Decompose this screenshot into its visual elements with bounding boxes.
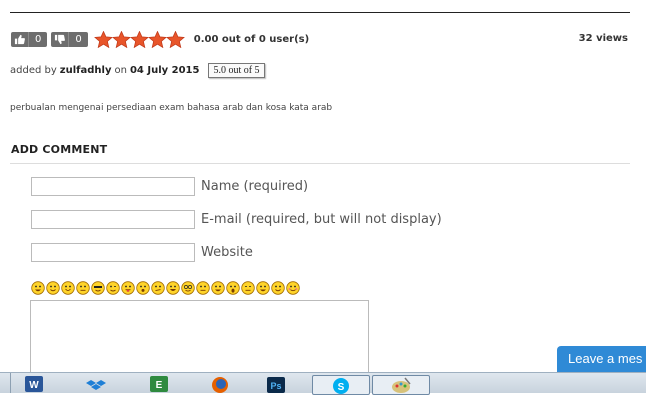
email-label: E-mail (required, but will not display) — [201, 212, 442, 227]
author-link[interactable]: zulfadhly — [60, 65, 112, 76]
taskbar: W E Ps S — [0, 372, 646, 395]
skype-icon[interactable]: S — [312, 375, 370, 395]
leave-message-button[interactable]: Leave a mes — [557, 346, 646, 372]
website-row: Website — [31, 243, 253, 262]
firefox-icon[interactable] — [206, 375, 234, 393]
smiley-neutral-icon[interactable] — [76, 281, 90, 295]
rating-tooltip: 5.0 out of 5 — [208, 63, 265, 78]
dislike-button[interactable]: 0 — [51, 32, 88, 47]
added-by-prefix: added by — [10, 65, 57, 76]
smiley-happy-icon[interactable] — [61, 281, 75, 295]
paint-icon[interactable] — [372, 375, 430, 395]
smiley-cool-icon[interactable] — [91, 281, 105, 295]
svg-text:W: W — [29, 380, 39, 391]
website-input[interactable] — [31, 243, 195, 262]
email-row: E-mail (required, but will not display) — [31, 210, 442, 229]
thumbs-up-icon — [11, 32, 29, 47]
star-icon[interactable] — [165, 31, 185, 48]
view-count: 32 views — [578, 33, 628, 44]
smiley-shock-icon[interactable] — [226, 281, 240, 295]
vote-bar: 0 0 0.00 out of 0 user(s) — [11, 31, 309, 48]
add-comment-heading: ADD COMMENT — [11, 143, 108, 156]
rating-summary: 0.00 out of 0 user(s) — [193, 34, 310, 45]
taskbar-separator — [10, 373, 11, 393]
smiley-grin-icon[interactable] — [31, 281, 45, 295]
svg-text:S: S — [338, 382, 345, 393]
thumbs-down-icon — [51, 32, 70, 47]
description: perbualan mengenai persediaan exam bahas… — [10, 103, 333, 113]
svg-text:E: E — [156, 380, 163, 391]
dislike-count: 0 — [75, 34, 82, 45]
smiley-smile-icon[interactable] — [271, 281, 285, 295]
added-by-line: added by zulfadhly on 04 July 2015 5.0 o… — [10, 63, 265, 78]
svg-text:Ps: Ps — [270, 381, 281, 391]
smiley-grin-icon[interactable] — [211, 281, 225, 295]
added-on-text: on — [114, 65, 127, 76]
star-icon[interactable] — [129, 31, 149, 48]
excel-icon[interactable]: E — [145, 375, 173, 393]
email-input[interactable] — [31, 210, 195, 229]
star-icon[interactable] — [147, 31, 167, 48]
smiley-surprised-icon[interactable] — [136, 281, 150, 295]
star-icon[interactable] — [111, 31, 131, 48]
smiley-wink-icon[interactable] — [106, 281, 120, 295]
section-divider — [10, 163, 630, 164]
like-count: 0 — [35, 34, 42, 45]
name-label: Name (required) — [201, 179, 309, 194]
website-label: Website — [201, 245, 253, 260]
smiley-laugh-icon[interactable] — [166, 281, 180, 295]
smiley-smile-icon[interactable] — [46, 281, 60, 295]
smiley-roll-icon[interactable] — [196, 281, 210, 295]
dropbox-icon[interactable] — [82, 375, 110, 393]
smiley-sleep-icon[interactable]: zz — [241, 275, 255, 295]
like-button[interactable]: 0 — [11, 32, 48, 47]
smiley-grin-icon[interactable] — [256, 281, 270, 295]
added-date: 04 July 2015 — [129, 65, 200, 76]
smiley-blush-icon[interactable] — [286, 281, 300, 295]
smiley-confused-icon[interactable] — [151, 281, 165, 295]
smiley-tongue-icon[interactable] — [121, 281, 135, 295]
star-rating[interactable] — [93, 31, 185, 48]
word-icon[interactable]: W — [20, 375, 48, 393]
photoshop-icon[interactable]: Ps — [262, 375, 290, 393]
smiley-bar: zz — [31, 275, 301, 295]
top-divider — [10, 12, 630, 13]
smiley-glasses-icon[interactable] — [181, 281, 195, 295]
name-input[interactable] — [31, 177, 195, 196]
name-row: Name (required) — [31, 177, 308, 196]
star-icon[interactable] — [93, 31, 113, 48]
